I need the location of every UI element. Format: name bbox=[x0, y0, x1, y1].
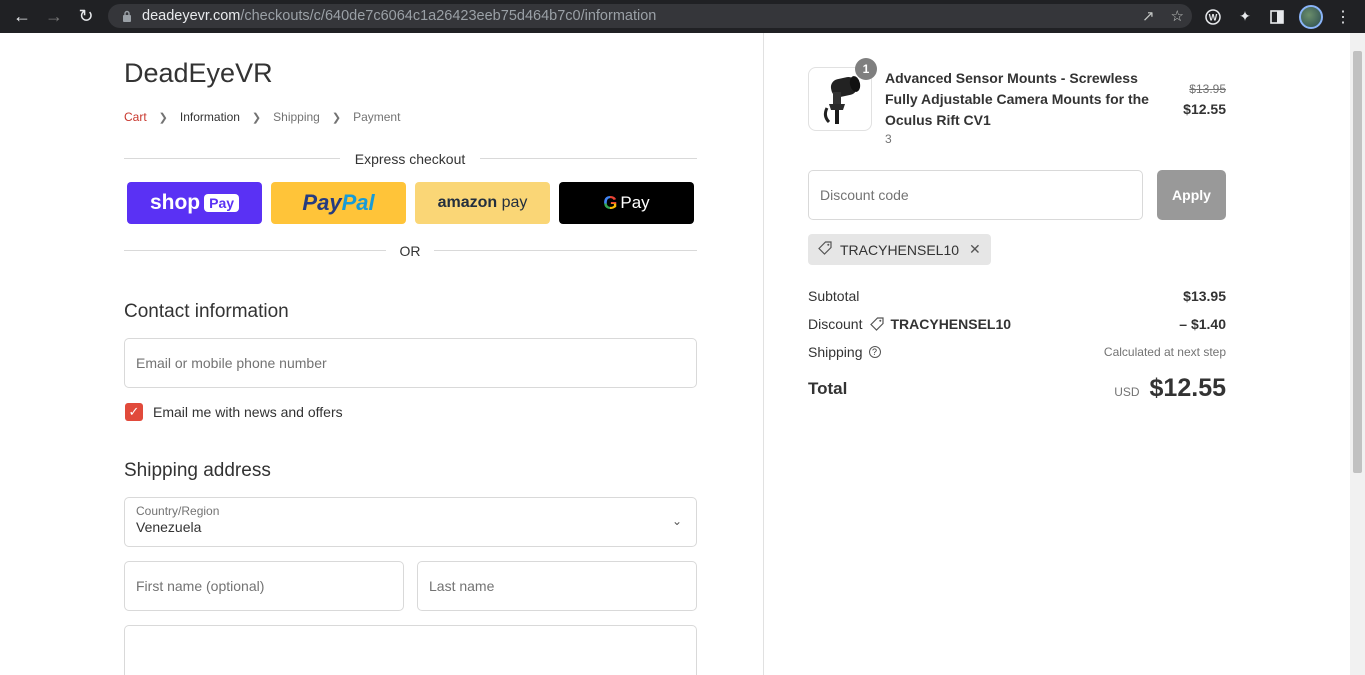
original-price: $13.95 bbox=[1189, 82, 1226, 96]
discount-code-input[interactable]: Discount code bbox=[808, 170, 1143, 220]
country-select[interactable]: Country/Region Venezuela ⌄ bbox=[124, 497, 697, 547]
discount-code-text: TRACYHENSEL10 bbox=[890, 316, 1012, 332]
shop-pay-wordmark: shop bbox=[149, 191, 201, 214]
subtotal-row: Subtotal $13.95 bbox=[808, 288, 1226, 304]
url-text: deadeyevr.com/checkouts/c/640de7c6064c1a… bbox=[142, 8, 657, 24]
paypal-button[interactable]: Pay Pal bbox=[271, 182, 406, 224]
discount-placeholder: Discount code bbox=[820, 187, 909, 203]
chevron-right-icon: ❯ bbox=[331, 111, 342, 124]
product-name: Advanced Sensor Mounts - Screwless Fully… bbox=[885, 70, 1149, 128]
express-checkout-heading: Express checkout bbox=[340, 151, 480, 167]
contact-heading: Contact information bbox=[124, 301, 289, 322]
amazon-pay-word: pay bbox=[497, 194, 528, 211]
forward-icon[interactable]: → bbox=[38, 0, 70, 32]
chevron-down-icon: ⌄ bbox=[671, 514, 682, 528]
currency-code: USD bbox=[1114, 385, 1140, 399]
amazon-pay-button[interactable]: amazon pay bbox=[415, 182, 550, 224]
breadcrumb-information: Information bbox=[179, 110, 240, 124]
bookmark-star-icon[interactable]: ☆ bbox=[1171, 7, 1184, 25]
tag-icon bbox=[818, 241, 832, 258]
email-field[interactable]: Email or mobile phone number bbox=[124, 338, 697, 388]
shop-pay-chip: Pay bbox=[204, 194, 240, 212]
apply-discount-button[interactable]: Apply bbox=[1157, 170, 1226, 220]
breadcrumb: Cart ❯ Information ❯ Shipping ❯ Payment bbox=[124, 110, 400, 124]
extensions-puzzle-icon[interactable]: ✦ bbox=[1235, 7, 1255, 27]
country-value: Venezuela bbox=[136, 519, 202, 535]
newsletter-label: Email me with news and offers bbox=[153, 404, 343, 420]
applied-discount-tag: TRACYHENSEL10 ✕ bbox=[808, 234, 991, 265]
page-scrollbar[interactable] bbox=[1350, 33, 1365, 675]
subtotal-value: $13.95 bbox=[1183, 288, 1226, 304]
side-panel-icon[interactable] bbox=[1267, 7, 1287, 27]
breadcrumb-shipping: Shipping bbox=[273, 110, 320, 124]
column-divider bbox=[763, 33, 764, 675]
email-placeholder: Email or mobile phone number bbox=[136, 355, 327, 371]
profile-avatar[interactable] bbox=[1299, 4, 1323, 29]
total-row: Total USD $12.55 bbox=[808, 374, 1226, 403]
applied-code: TRACYHENSEL10 bbox=[840, 241, 960, 258]
newsletter-checkbox[interactable]: ✓ bbox=[125, 403, 143, 421]
shipping-row: Shipping ? Calculated at next step bbox=[808, 344, 1226, 360]
breadcrumb-cart[interactable]: Cart bbox=[124, 110, 147, 124]
tag-icon bbox=[870, 317, 885, 331]
shop-pay-button[interactable]: shop Pay bbox=[127, 182, 262, 224]
browser-menu-icon[interactable]: ⋮ bbox=[1335, 7, 1351, 27]
store-name[interactable]: DeadEyeVR bbox=[124, 58, 273, 89]
paypal-wordmark-2: Pal bbox=[341, 190, 375, 215]
chevron-right-icon: ❯ bbox=[251, 111, 262, 124]
share-icon[interactable]: ↗ bbox=[1142, 7, 1155, 25]
last-name-placeholder: Last name bbox=[429, 578, 495, 594]
breadcrumb-payment: Payment bbox=[353, 110, 401, 124]
total-label: Total bbox=[808, 378, 848, 398]
extension-w-icon[interactable]: W bbox=[1203, 7, 1223, 27]
address-field[interactable] bbox=[124, 625, 697, 675]
reload-icon[interactable]: ↻ bbox=[70, 0, 102, 32]
google-pay-button[interactable]: G Pay bbox=[559, 182, 694, 224]
subtotal-label: Subtotal bbox=[808, 288, 860, 304]
google-g-icon: G bbox=[603, 192, 618, 213]
shipping-value: Calculated at next step bbox=[1103, 345, 1226, 359]
shipping-heading: Shipping address bbox=[124, 460, 271, 481]
first-name-field[interactable]: First name (optional) bbox=[124, 561, 404, 611]
quantity-badge: 1 bbox=[855, 58, 877, 80]
product-price: $12.55 bbox=[1183, 101, 1226, 117]
newsletter-option[interactable]: ✓ Email me with news and offers bbox=[125, 403, 343, 421]
remove-discount-icon[interactable]: ✕ bbox=[969, 241, 981, 258]
total-amount: $12.55 bbox=[1149, 374, 1226, 402]
discount-label: Discount bbox=[808, 316, 863, 332]
paypal-wordmark-1: Pay bbox=[302, 190, 342, 215]
svg-text:W: W bbox=[1209, 12, 1218, 22]
help-icon[interactable]: ? bbox=[868, 346, 881, 358]
amazon-wordmark: amazon bbox=[437, 194, 498, 211]
chevron-right-icon: ❯ bbox=[158, 111, 168, 124]
discount-value: – $1.40 bbox=[1179, 316, 1226, 332]
google-pay-label: Pay bbox=[620, 193, 650, 212]
discount-row: Discount TRACYHENSEL10 – $1.40 bbox=[808, 316, 1226, 332]
first-name-placeholder: First name (optional) bbox=[136, 578, 265, 594]
lock-icon bbox=[120, 9, 134, 23]
or-label: OR bbox=[386, 243, 434, 259]
country-label: Country/Region bbox=[136, 504, 220, 518]
scrollbar-thumb[interactable] bbox=[1353, 51, 1362, 473]
product-variant: 3 bbox=[885, 132, 892, 146]
shipping-label: Shipping bbox=[808, 344, 863, 360]
back-icon[interactable]: ← bbox=[6, 0, 38, 32]
last-name-field[interactable]: Last name bbox=[417, 561, 697, 611]
browser-toolbar: ← → ↻ deadeyevr.com/checkouts/c/640de7c6… bbox=[0, 0, 1365, 33]
address-bar[interactable]: deadeyevr.com/checkouts/c/640de7c6064c1a… bbox=[108, 4, 1192, 28]
